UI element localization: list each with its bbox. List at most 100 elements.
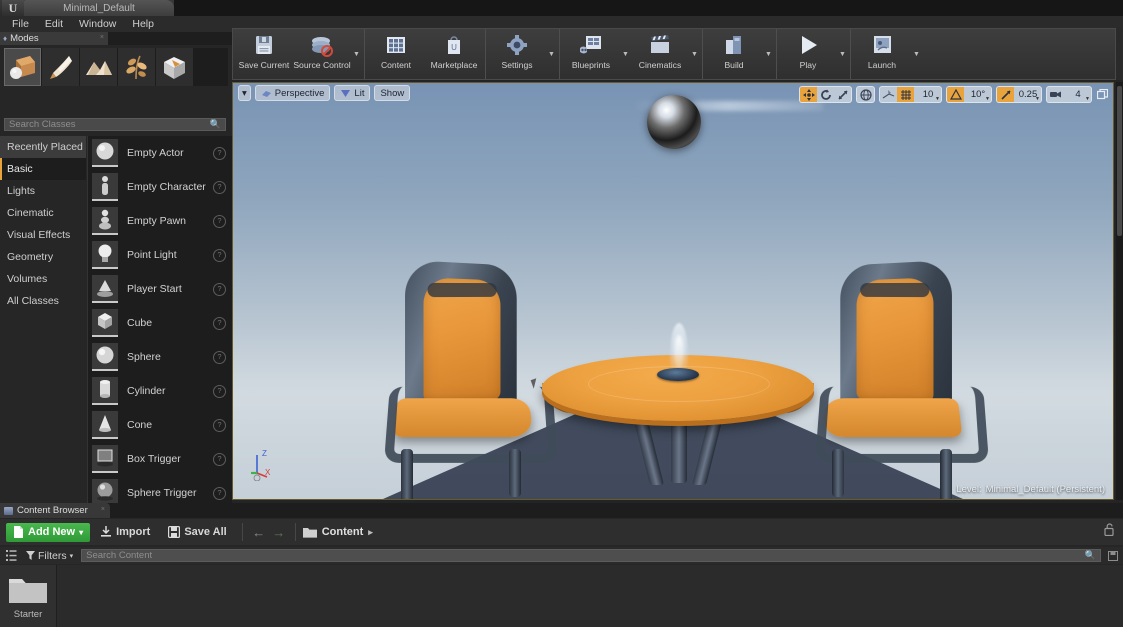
chair-right[interactable] <box>798 260 990 499</box>
cinematics-button[interactable]: Cinematics <box>631 29 689 79</box>
class-item-sphere[interactable]: Sphere ? <box>88 340 232 374</box>
help-icon[interactable]: ? <box>213 316 226 330</box>
content-lock-button[interactable] <box>1104 523 1115 539</box>
asset-item-starter[interactable]: Starter <box>8 575 48 620</box>
viewport-options-menu[interactable]: ▾ <box>238 85 251 101</box>
play-button[interactable]: Play <box>779 29 837 79</box>
launch-button[interactable]: Launch <box>853 29 911 79</box>
close-icon[interactable]: × <box>101 506 105 513</box>
close-icon[interactable]: × <box>100 34 104 41</box>
place-mode-button[interactable] <box>4 48 41 86</box>
viewport-scrollbar-thumb[interactable] <box>1117 86 1122 236</box>
category-all-classes[interactable]: All Classes <box>0 290 86 312</box>
maximize-viewport-button[interactable] <box>1096 88 1109 101</box>
foliage-mode-button[interactable] <box>118 48 155 86</box>
rotate-mode-button[interactable] <box>817 87 834 102</box>
cinematics-dropdown[interactable]: ▼ <box>689 29 700 79</box>
help-icon[interactable]: ? <box>213 248 226 262</box>
menu-file[interactable]: File <box>4 17 37 31</box>
play-dropdown[interactable]: ▼ <box>837 29 848 79</box>
blueprints-dropdown[interactable]: ▼ <box>620 29 631 79</box>
category-recently-placed[interactable]: Recently Placed <box>0 136 86 158</box>
help-icon[interactable]: ? <box>213 452 226 466</box>
settings-button[interactable]: Settings <box>488 29 546 79</box>
search-content-input[interactable]: Search Content 🔍 <box>81 549 1101 562</box>
help-icon[interactable]: ? <box>213 282 226 296</box>
class-item-cone[interactable]: Cone ? <box>88 408 232 442</box>
project-tab[interactable]: Minimal_Default <box>24 0 174 16</box>
help-icon[interactable]: ? <box>213 180 226 194</box>
view-mode-menu[interactable]: Lit <box>334 85 371 101</box>
forward-nav-button[interactable]: → <box>270 523 288 542</box>
surface-snap-toggle[interactable] <box>880 87 897 102</box>
help-icon[interactable]: ? <box>213 146 226 160</box>
tab-modes[interactable]: ♦ Modes × <box>0 32 108 45</box>
geometry-editing-mode-button[interactable] <box>156 48 193 86</box>
marketplace-button[interactable]: U Marketplace <box>425 29 483 79</box>
save-search-icon[interactable] <box>1108 550 1118 561</box>
source-control-dropdown[interactable]: ▼ <box>351 29 362 79</box>
breadcrumb-content[interactable]: Content <box>322 526 364 538</box>
help-icon[interactable]: ? <box>213 384 226 398</box>
category-volumes[interactable]: Volumes <box>0 268 86 290</box>
translate-mode-button[interactable] <box>800 87 817 102</box>
rotation-snap-value[interactable]: 10° ▼ <box>964 87 991 102</box>
class-item-player-start[interactable]: Player Start ? <box>88 272 232 306</box>
blueprints-button[interactable]: Blueprints <box>562 29 620 79</box>
source-control-button[interactable]: Source Control <box>293 29 351 79</box>
rotation-snap-toggle[interactable] <box>947 87 964 102</box>
content-button[interactable]: Content <box>367 29 425 79</box>
help-icon[interactable]: ? <box>213 486 226 500</box>
class-item-empty-pawn[interactable]: Empty Pawn ? <box>88 204 232 238</box>
content-browser-asset-view[interactable]: Starter <box>0 523 1123 627</box>
launch-dropdown[interactable]: ▼ <box>911 29 922 79</box>
add-new-button[interactable]: Add New ▾ <box>6 522 91 542</box>
class-item-cylinder[interactable]: Cylinder ? <box>88 374 232 408</box>
menu-window[interactable]: Window <box>71 17 124 31</box>
paint-mode-button[interactable] <box>42 48 79 86</box>
reflection-sphere[interactable] <box>647 95 701 149</box>
class-item-empty-character[interactable]: Empty Character ? <box>88 170 232 204</box>
help-icon[interactable]: ? <box>213 214 226 228</box>
tab-content-browser[interactable]: Content Browser × <box>0 503 110 518</box>
scale-mode-button[interactable] <box>834 87 851 102</box>
camera-mode-menu[interactable]: Perspective <box>254 85 331 101</box>
show-menu[interactable]: Show <box>374 85 411 101</box>
class-item-point-light[interactable]: Point Light ? <box>88 238 232 272</box>
category-geometry[interactable]: Geometry <box>0 246 86 268</box>
grid-snap-value[interactable]: 10 ▼ <box>914 87 941 102</box>
world-coordinate-toggle[interactable] <box>857 87 874 102</box>
level-viewport[interactable]: ▾ Perspective Lit Show 10 ▼ 10° ▼ 0.25 ▼… <box>232 82 1114 500</box>
class-list[interactable]: Empty Actor ? Empty Character ? Empty Pa… <box>87 136 232 503</box>
camera-speed-value[interactable]: 4 ▼ <box>1064 87 1091 102</box>
category-lights[interactable]: Lights <box>0 180 86 202</box>
candle-base[interactable] <box>657 368 699 381</box>
camera-speed-icon-button[interactable] <box>1047 87 1064 102</box>
scale-snap-value[interactable]: 0.25 ▼ <box>1014 87 1041 102</box>
category-basic[interactable]: Basic <box>0 158 86 180</box>
category-visual-effects[interactable]: Visual Effects <box>0 224 86 246</box>
settings-dropdown[interactable]: ▼ <box>546 29 557 79</box>
save-current-button[interactable]: Save Current <box>235 29 293 79</box>
class-item-box-trigger[interactable]: Box Trigger ? <box>88 442 232 476</box>
filters-button[interactable]: Filters ▾ <box>23 550 76 562</box>
sources-panel-icon[interactable] <box>6 550 18 561</box>
class-item-sphere-trigger[interactable]: Sphere Trigger ? <box>88 476 232 503</box>
back-nav-button[interactable]: ← <box>250 523 268 542</box>
build-dropdown[interactable]: ▼ <box>763 29 774 79</box>
class-item-cube[interactable]: Cube ? <box>88 306 232 340</box>
scale-snap-toggle[interactable] <box>997 87 1014 102</box>
chevron-right-icon[interactable]: ▸ <box>368 527 373 538</box>
help-icon[interactable]: ? <box>213 350 226 364</box>
class-item-empty-actor[interactable]: Empty Actor ? <box>88 136 232 170</box>
landscape-mode-button[interactable] <box>80 48 117 86</box>
grid-snap-toggle[interactable] <box>897 87 914 102</box>
build-button[interactable]: Build <box>705 29 763 79</box>
search-classes-input[interactable]: Search Classes 🔍 <box>4 118 226 131</box>
save-all-button[interactable]: Save All <box>160 523 234 542</box>
menu-help[interactable]: Help <box>124 17 162 31</box>
menu-edit[interactable]: Edit <box>37 17 71 31</box>
category-cinematic[interactable]: Cinematic <box>0 202 86 224</box>
import-button[interactable]: Import <box>92 523 158 542</box>
help-icon[interactable]: ? <box>213 418 226 432</box>
